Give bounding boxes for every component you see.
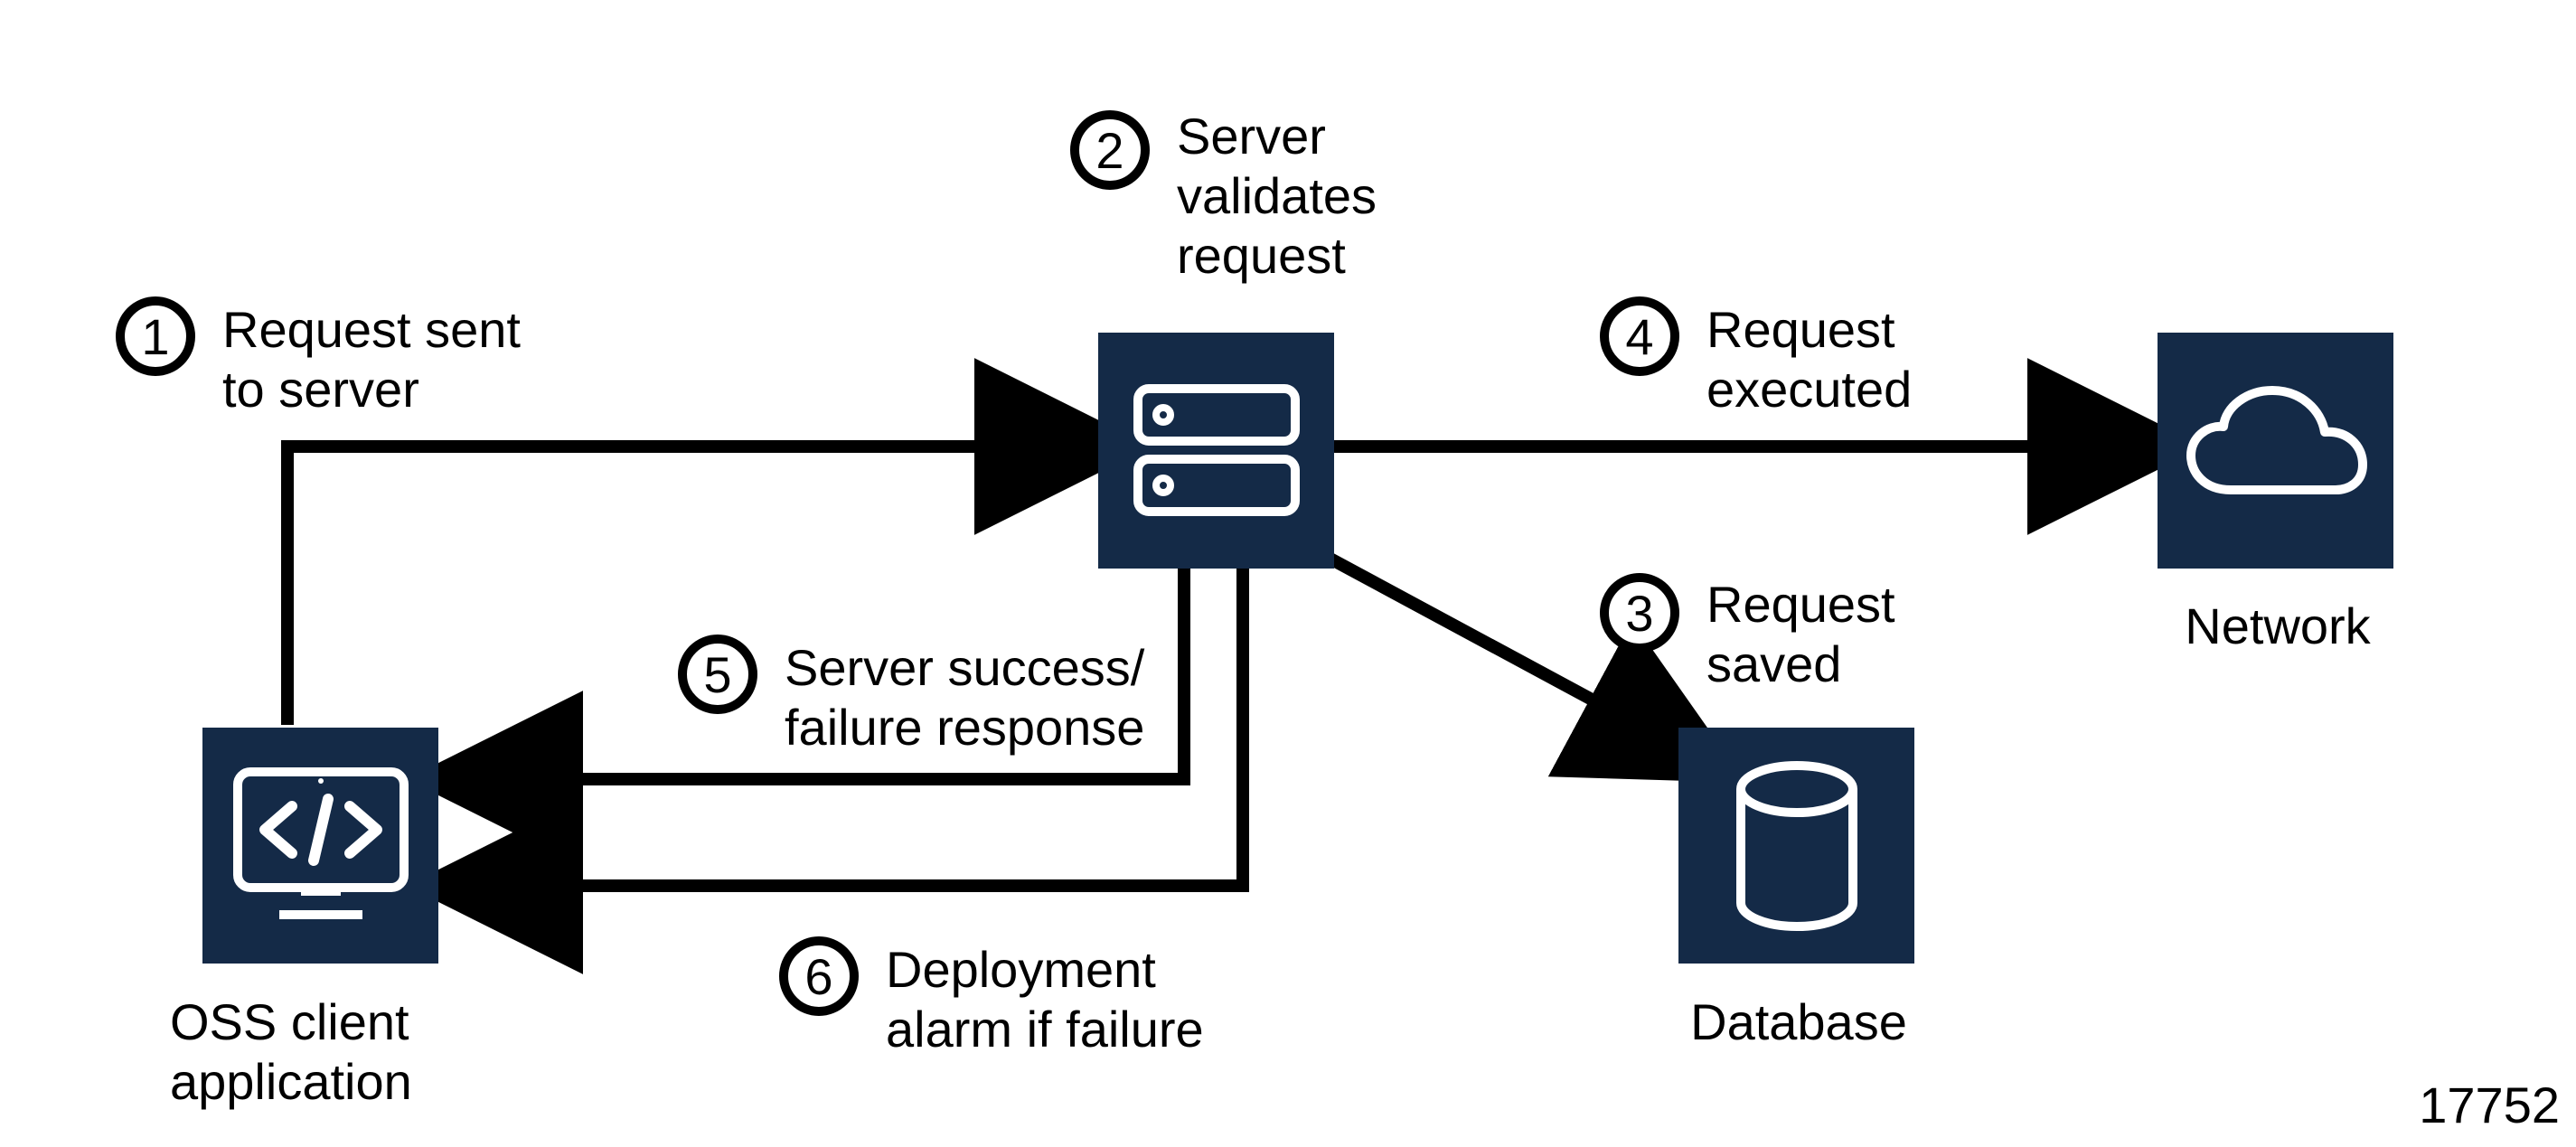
step-6-label: Deployment alarm if failure xyxy=(886,940,1204,1059)
step-5-badge: 5 xyxy=(678,635,757,714)
step-3-badge: 3 xyxy=(1600,573,1679,653)
diagram-canvas: OSS client application Database Network … xyxy=(0,0,2576,1147)
node-network-label: Network xyxy=(2142,597,2413,656)
node-database-label: Database xyxy=(1654,992,1943,1052)
step-3-label: Request saved xyxy=(1706,575,1895,694)
diagram-id: 17752 xyxy=(2419,1076,2560,1134)
step-2-label: Server validates request xyxy=(1177,107,1377,286)
step-1-label: Request sent to server xyxy=(222,300,521,419)
step-2-badge: 2 xyxy=(1070,110,1150,190)
step-5-label: Server success/ failure response xyxy=(785,638,1144,757)
server-rack-icon xyxy=(1122,365,1312,537)
database-cylinder-icon xyxy=(1716,751,1878,941)
step-4-label: Request executed xyxy=(1706,300,1912,419)
node-server xyxy=(1098,333,1334,569)
code-monitor-icon xyxy=(221,756,420,936)
step-1-badge: 1 xyxy=(116,296,195,376)
node-oss-client xyxy=(202,728,438,964)
node-oss-client-label: OSS client application xyxy=(170,992,495,1112)
step-6-badge: 6 xyxy=(779,936,859,1016)
node-database xyxy=(1678,728,1914,964)
step-4-badge: 4 xyxy=(1600,296,1679,376)
cloud-icon xyxy=(2176,374,2375,528)
node-network xyxy=(2158,333,2393,569)
